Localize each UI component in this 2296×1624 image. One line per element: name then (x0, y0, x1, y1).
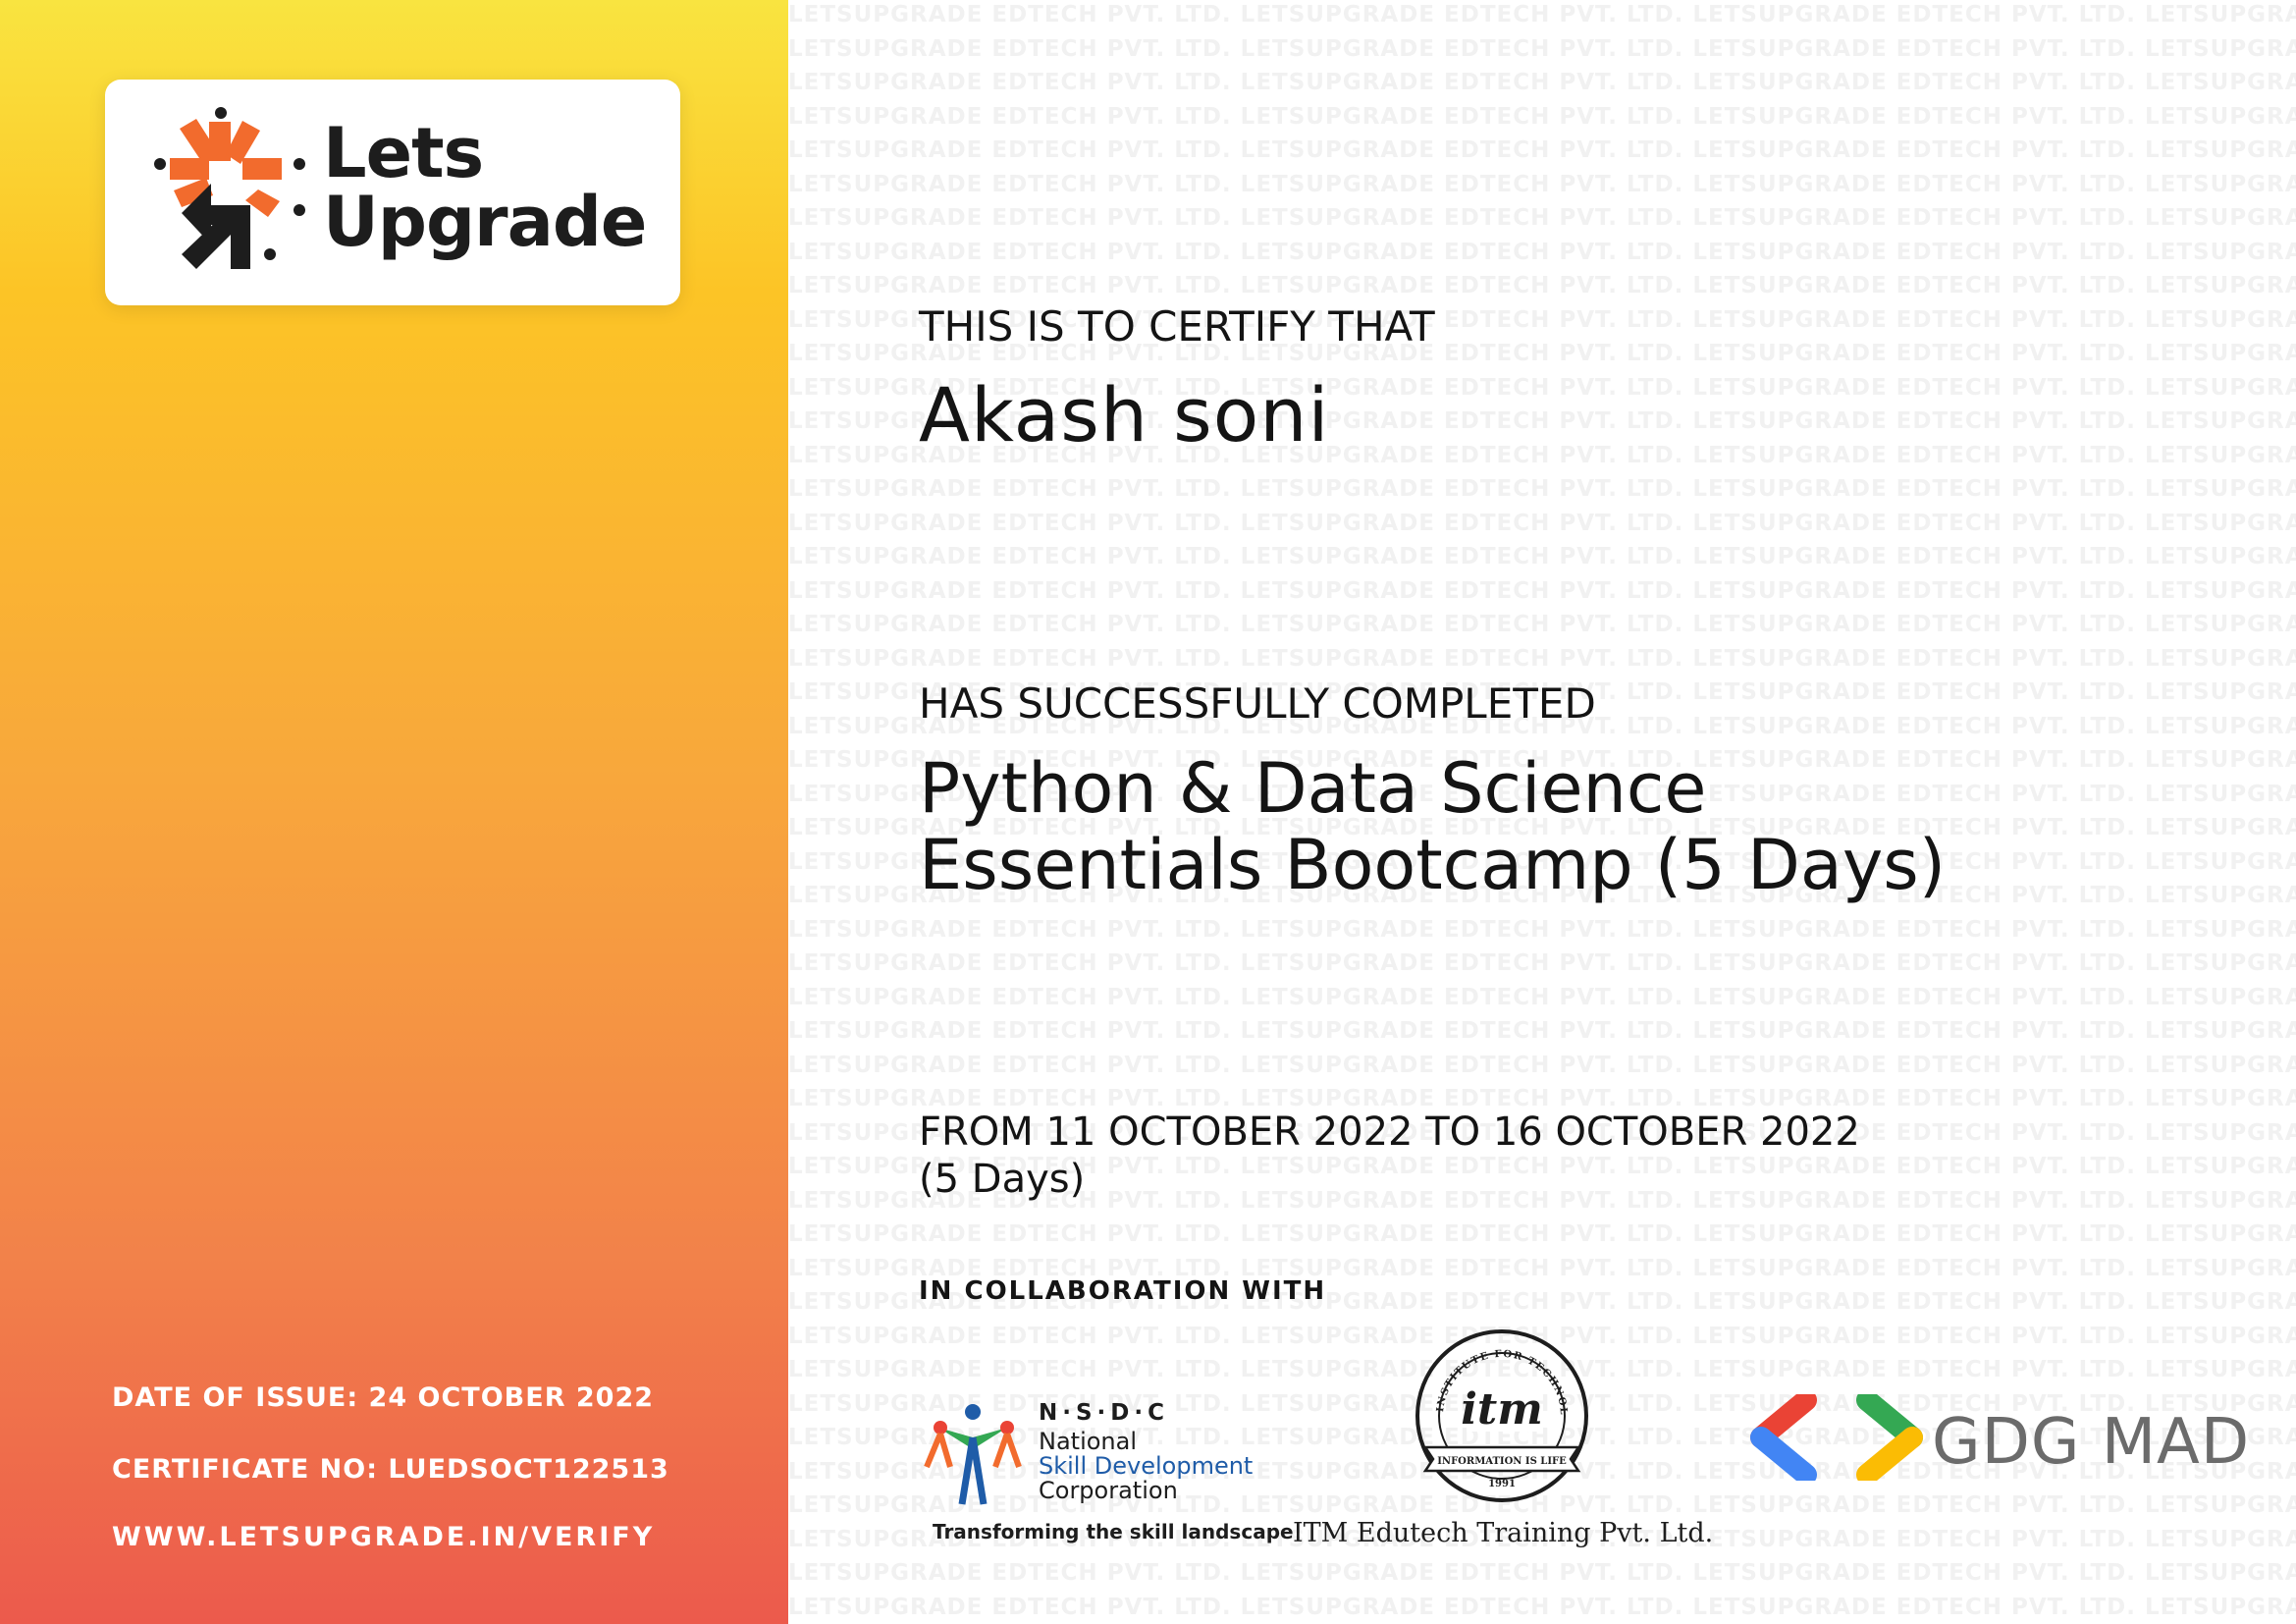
watermark-row: LETSUPGRADE EDTECH PVT. LTD. LETSUPGRADE… (788, 645, 2296, 672)
nsdc-tagline: Transforming the skill landscape (933, 1520, 1294, 1543)
letsupgrade-logo-icon (154, 107, 305, 269)
nsdc-name-line-2: Skill Development (1039, 1452, 1254, 1480)
watermark-row: LETSUPGRADE EDTECH PVT. LTD. LETSUPGRADE… (788, 1018, 2296, 1044)
watermark-row: LETSUPGRADE EDTECH PVT. LTD. LETSUPGRADE… (788, 510, 2296, 536)
completed-label: HAS SUCCESSFULLY COMPLETED (919, 679, 1596, 728)
watermark-row: LETSUPGRADE EDTECH PVT. LTD. LETSUPGRADE… (788, 1052, 2296, 1078)
watermark-row: LETSUPGRADE EDTECH PVT. LTD. LETSUPGRADE… (788, 1560, 2296, 1586)
watermark-row: LETSUPGRADE EDTECH PVT. LTD. LETSUPGRADE… (788, 239, 2296, 265)
collaboration-label: IN COLLABORATION WITH (919, 1276, 1327, 1306)
watermark-row: LETSUPGRADE EDTECH PVT. LTD. LETSUPGRADE… (788, 984, 2296, 1010)
date-of-issue: DATE OF ISSUE: 24 OCTOBER 2022 (112, 1382, 655, 1413)
itm-logo: INSTITUTE FOR TECHNOLOGY AND MANAGEMENT … (1276, 1327, 1728, 1563)
certificate-number: CERTIFICATE NO: LUEDSOCT122513 (112, 1454, 669, 1485)
watermark-row: LETSUPGRADE EDTECH PVT. LTD. LETSUPGRADE… (788, 950, 2296, 976)
itm-seal-mark: itm (1461, 1384, 1543, 1435)
watermark-row: LETSUPGRADE EDTECH PVT. LTD. LETSUPGRADE… (788, 1221, 2296, 1247)
nsdc-logo: N·S·D·C National Skill Development Corpo… (919, 1398, 1294, 1545)
nsdc-acronym: N·S·D·C (1039, 1400, 1169, 1426)
course-title-line-1: Python & Data Science (919, 748, 1707, 829)
watermark-row: LETSUPGRADE EDTECH PVT. LTD. LETSUPGRADE… (788, 205, 2296, 231)
nsdc-name-line-1: National (1039, 1428, 1138, 1455)
recipient-name: Akash soni (919, 371, 1330, 459)
watermark-row: LETSUPGRADE EDTECH PVT. LTD. LETSUPGRADE… (788, 171, 2296, 197)
watermark-row: LETSUPGRADE EDTECH PVT. LTD. LETSUPGRADE… (788, 103, 2296, 130)
watermark-row: LETSUPGRADE EDTECH PVT. LTD. LETSUPGRADE… (788, 137, 2296, 163)
gdg-logo: GDG MAD (1747, 1394, 2258, 1483)
gdg-brackets-icon (1750, 1394, 1923, 1481)
watermark-row: LETSUPGRADE EDTECH PVT. LTD. LETSUPGRADE… (788, 916, 2296, 943)
watermark-row: LETSUPGRADE EDTECH PVT. LTD. LETSUPGRADE… (788, 2, 2296, 27)
nsdc-figures-icon (924, 1404, 1022, 1505)
watermark-row: LETSUPGRADE EDTECH PVT. LTD. LETSUPGRADE… (788, 70, 2296, 95)
course-title-line-2: Essentials Bootcamp (5 Days) (919, 825, 1947, 905)
letsupgrade-logo: Lets Upgrade (105, 80, 680, 305)
sidebar-panel: Lets Upgrade DATE OF ISSUE: 24 OCTOBER 2… (0, 0, 788, 1624)
itm-seal-year: 1991 (1488, 1479, 1516, 1489)
watermark-row: LETSUPGRADE EDTECH PVT. LTD. LETSUPGRADE… (788, 544, 2296, 569)
certify-label: THIS IS TO CERTIFY THAT (919, 302, 1435, 351)
logo-line-1: Lets (323, 113, 484, 193)
course-title: Python & Data Science Essentials Bootcam… (919, 750, 1946, 903)
gdg-label: GDG MAD (1932, 1406, 2251, 1479)
itm-seal-icon: INSTITUTE FOR TECHNOLOGY AND MANAGEMENT … (1414, 1327, 1588, 1502)
watermark-row: LETSUPGRADE EDTECH PVT. LTD. LETSUPGRADE… (788, 612, 2296, 637)
watermark-row: LETSUPGRADE EDTECH PVT. LTD. LETSUPGRADE… (788, 273, 2296, 298)
nsdc-name-line-3: Corporation (1039, 1477, 1178, 1504)
course-dates: FROM 11 OCTOBER 2022 TO 16 OCTOBER 2022 (919, 1110, 1860, 1155)
watermark-row: LETSUPGRADE EDTECH PVT. LTD. LETSUPGRADE… (788, 577, 2296, 604)
watermark-row: LETSUPGRADE EDTECH PVT. LTD. LETSUPGRADE… (788, 476, 2296, 502)
letsupgrade-wordmark: Lets Upgrade (323, 113, 647, 262)
itm-seal-ribbon-text: INFORMATION IS LIFE (1437, 1456, 1567, 1467)
itm-caption: ITM Edutech Training Pvt. Ltd. (1293, 1518, 1714, 1548)
logo-line-2: Upgrade (323, 182, 647, 262)
watermark-row: LETSUPGRADE EDTECH PVT. LTD. LETSUPGRADE… (788, 35, 2296, 62)
verify-url: WWW.LETSUPGRADE.IN/VERIFY (112, 1522, 656, 1552)
watermark-row: LETSUPGRADE EDTECH PVT. LTD. LETSUPGRADE… (788, 1086, 2296, 1111)
course-duration: (5 Days) (919, 1157, 1086, 1202)
watermark-row: LETSUPGRADE EDTECH PVT. LTD. LETSUPGRADE… (788, 1594, 2296, 1620)
